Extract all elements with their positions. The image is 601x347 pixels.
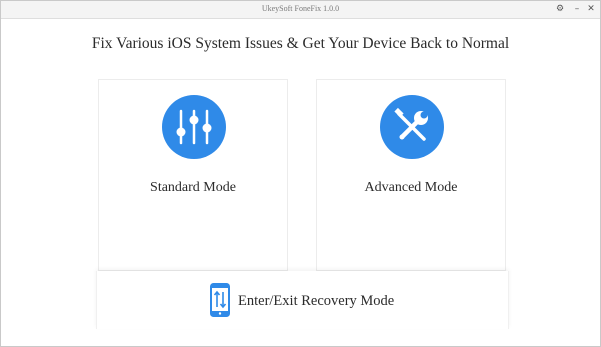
settings-gear-icon[interactable]: ⚙ bbox=[554, 3, 566, 16]
app-window: UkeySoft FoneFix 1.0.0 ⚙ – ✕ Fix Various… bbox=[0, 0, 601, 347]
recovery-mode-button[interactable]: Enter/Exit Recovery Mode bbox=[96, 271, 509, 329]
window-title: UkeySoft FoneFix 1.0.0 bbox=[261, 4, 340, 13]
advanced-mode-label: Advanced Mode bbox=[364, 180, 458, 195]
title-bar: UkeySoft FoneFix 1.0.0 ⚙ – ✕ bbox=[1, 1, 600, 19]
close-button[interactable]: ✕ bbox=[585, 3, 597, 16]
standard-mode-card[interactable]: Standard Mode bbox=[98, 79, 288, 271]
tools-icon bbox=[380, 95, 444, 159]
page-headline: Fix Various iOS System Issues & Get Your… bbox=[91, 35, 510, 52]
phone-arrows-icon bbox=[210, 283, 230, 322]
advanced-mode-card[interactable]: Advanced Mode bbox=[316, 79, 506, 271]
sliders-icon bbox=[162, 95, 226, 159]
recovery-mode-label: Enter/Exit Recovery Mode bbox=[238, 293, 395, 309]
minimize-button[interactable]: – bbox=[571, 3, 583, 16]
standard-mode-label: Standard Mode bbox=[150, 180, 236, 195]
